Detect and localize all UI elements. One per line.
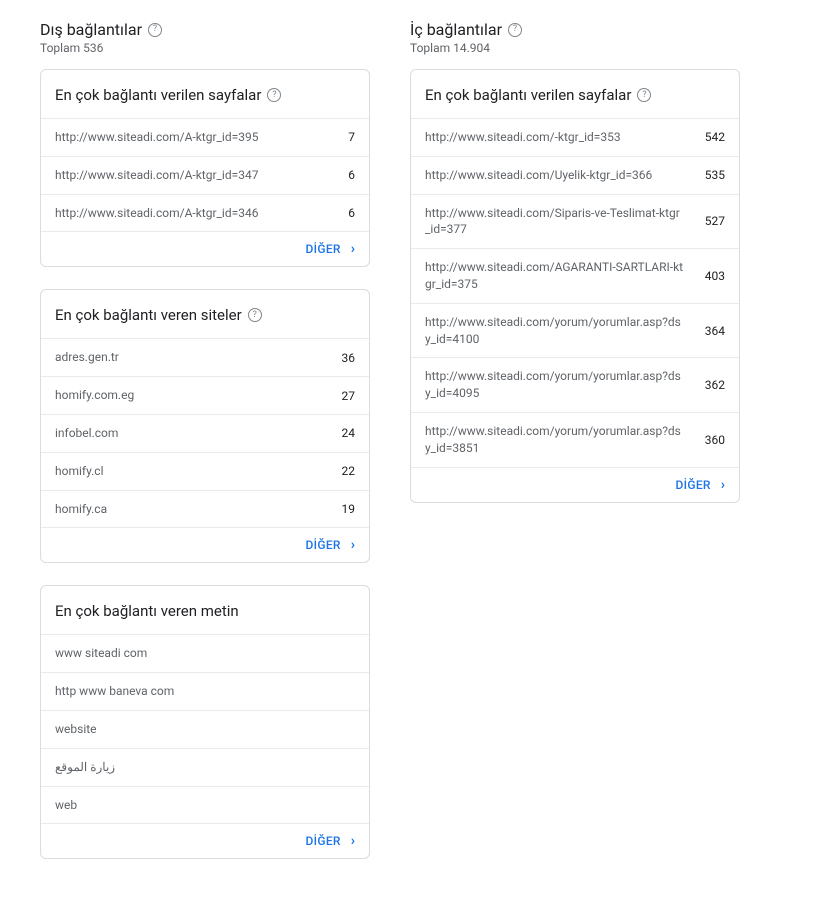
card-title: En çok bağlantı veren siteler (55, 306, 242, 324)
row-label: www siteadi com (55, 645, 355, 662)
table-row[interactable]: homify.ca 19 (41, 490, 369, 528)
more-label: DİĞER (306, 834, 341, 848)
external-links-subtitle: Toplam 536 (40, 41, 370, 55)
more-button[interactable]: DİĞER › (41, 527, 369, 562)
row-value: 364 (695, 324, 725, 338)
more-label: DİĞER (306, 242, 341, 256)
internal-links-title: İç bağlantılar (410, 20, 502, 39)
row-label: web (55, 797, 355, 814)
row-value: 36 (325, 351, 355, 365)
row-label: http://www.siteadi.com/yorum/yorumlar.as… (425, 368, 695, 402)
table-row[interactable]: homify.com.eg 27 (41, 376, 369, 414)
row-label: http://www.siteadi.com/A-ktgr_id=395 (55, 129, 325, 146)
internal-top-linked-pages-card: En çok bağlantı verilen sayfalar ? http:… (410, 69, 740, 503)
row-value: 535 (695, 168, 725, 182)
row-label: http://www.siteadi.com/yorum/yorumlar.as… (425, 314, 695, 348)
row-label: homify.ca (55, 501, 325, 518)
external-links-title: Dış bağlantılar (40, 20, 142, 39)
row-label: http://www.siteadi.com/yorum/yorumlar.as… (425, 423, 695, 457)
table-row[interactable]: adres.gen.tr 36 (41, 338, 369, 376)
table-row[interactable]: http://www.siteadi.com/A-ktgr_id=347 6 (41, 156, 369, 194)
row-value: 7 (325, 130, 355, 144)
card-title: En çok bağlantı verilen sayfalar (425, 86, 631, 104)
row-value: 403 (695, 269, 725, 283)
row-label: http://www.siteadi.com/Uyelik-ktgr_id=36… (425, 167, 695, 184)
row-label: infobel.com (55, 425, 325, 442)
row-value: 24 (325, 426, 355, 440)
table-row[interactable]: infobel.com 24 (41, 414, 369, 452)
row-value: 19 (325, 502, 355, 516)
external-links-header: Dış bağlantılar ? Toplam 536 (40, 20, 370, 55)
row-value: 527 (695, 214, 725, 228)
row-label: http://www.siteadi.com/A-ktgr_id=346 (55, 205, 325, 222)
table-row[interactable]: website (41, 710, 369, 748)
more-button[interactable]: DİĞER › (41, 231, 369, 266)
table-row[interactable]: http://www.siteadi.com/Siparis-ve-Teslim… (411, 194, 739, 249)
table-row[interactable]: http://www.siteadi.com/A-ktgr_id=346 6 (41, 194, 369, 232)
row-label: http://www.siteadi.com/A-ktgr_id=347 (55, 167, 325, 184)
row-label: http://www.siteadi.com/AGARANTI-SARTLARI… (425, 259, 695, 293)
card-title: En çok bağlantı veren metin (55, 602, 239, 620)
chevron-right-icon: › (351, 834, 355, 848)
row-label: website (55, 721, 355, 738)
top-linking-text-card: En çok bağlantı veren metin www siteadi … (40, 585, 370, 859)
table-row[interactable]: homify.cl 22 (41, 452, 369, 490)
more-label: DİĞER (676, 478, 711, 492)
top-linking-sites-card: En çok bağlantı veren siteler ? adres.ge… (40, 289, 370, 563)
help-icon[interactable]: ? (148, 23, 162, 37)
table-row[interactable]: http://www.siteadi.com/Uyelik-ktgr_id=36… (411, 156, 739, 194)
external-links-column: Dış bağlantılar ? Toplam 536 En çok bağl… (40, 20, 370, 881)
chevron-right-icon: › (351, 538, 355, 552)
row-label: http www baneva com (55, 683, 355, 700)
row-label: زيارة الموقع (55, 759, 355, 776)
row-label: adres.gen.tr (55, 349, 325, 366)
row-label: http://www.siteadi.com/-ktgr_id=353 (425, 129, 695, 146)
internal-links-column: İç bağlantılar ? Toplam 14.904 En çok ba… (410, 20, 740, 525)
table-row[interactable]: http www baneva com (41, 672, 369, 710)
more-button[interactable]: DİĞER › (411, 467, 739, 502)
table-row[interactable]: http://www.siteadi.com/-ktgr_id=353 542 (411, 118, 739, 156)
row-value: 27 (325, 389, 355, 403)
row-label: http://www.siteadi.com/Siparis-ve-Teslim… (425, 205, 695, 239)
help-icon[interactable]: ? (248, 308, 262, 322)
internal-links-subtitle: Toplam 14.904 (410, 41, 740, 55)
table-row[interactable]: http://www.siteadi.com/yorum/yorumlar.as… (411, 412, 739, 467)
internal-links-header: İç bağlantılar ? Toplam 14.904 (410, 20, 740, 55)
help-icon[interactable]: ? (508, 23, 522, 37)
row-value: 362 (695, 378, 725, 392)
more-button[interactable]: DİĞER › (41, 823, 369, 858)
row-value: 6 (325, 168, 355, 182)
table-row[interactable]: http://www.siteadi.com/yorum/yorumlar.as… (411, 303, 739, 358)
table-row[interactable]: www siteadi com (41, 634, 369, 672)
row-value: 22 (325, 464, 355, 478)
row-label: homify.cl (55, 463, 325, 480)
table-row[interactable]: http://www.siteadi.com/A-ktgr_id=395 7 (41, 118, 369, 156)
row-value: 6 (325, 206, 355, 220)
chevron-right-icon: › (351, 242, 355, 256)
help-icon[interactable]: ? (267, 88, 281, 102)
row-value: 542 (695, 130, 725, 144)
card-title: En çok bağlantı verilen sayfalar (55, 86, 261, 104)
chevron-right-icon: › (721, 478, 725, 492)
row-label: homify.com.eg (55, 387, 325, 404)
more-label: DİĞER (306, 538, 341, 552)
table-row[interactable]: web (41, 786, 369, 824)
table-row[interactable]: http://www.siteadi.com/yorum/yorumlar.as… (411, 357, 739, 412)
help-icon[interactable]: ? (637, 88, 651, 102)
row-value: 360 (695, 433, 725, 447)
table-row[interactable]: http://www.siteadi.com/AGARANTI-SARTLARI… (411, 248, 739, 303)
table-row[interactable]: زيارة الموقع (41, 748, 369, 786)
top-linked-pages-card: En çok bağlantı verilen sayfalar ? http:… (40, 69, 370, 267)
